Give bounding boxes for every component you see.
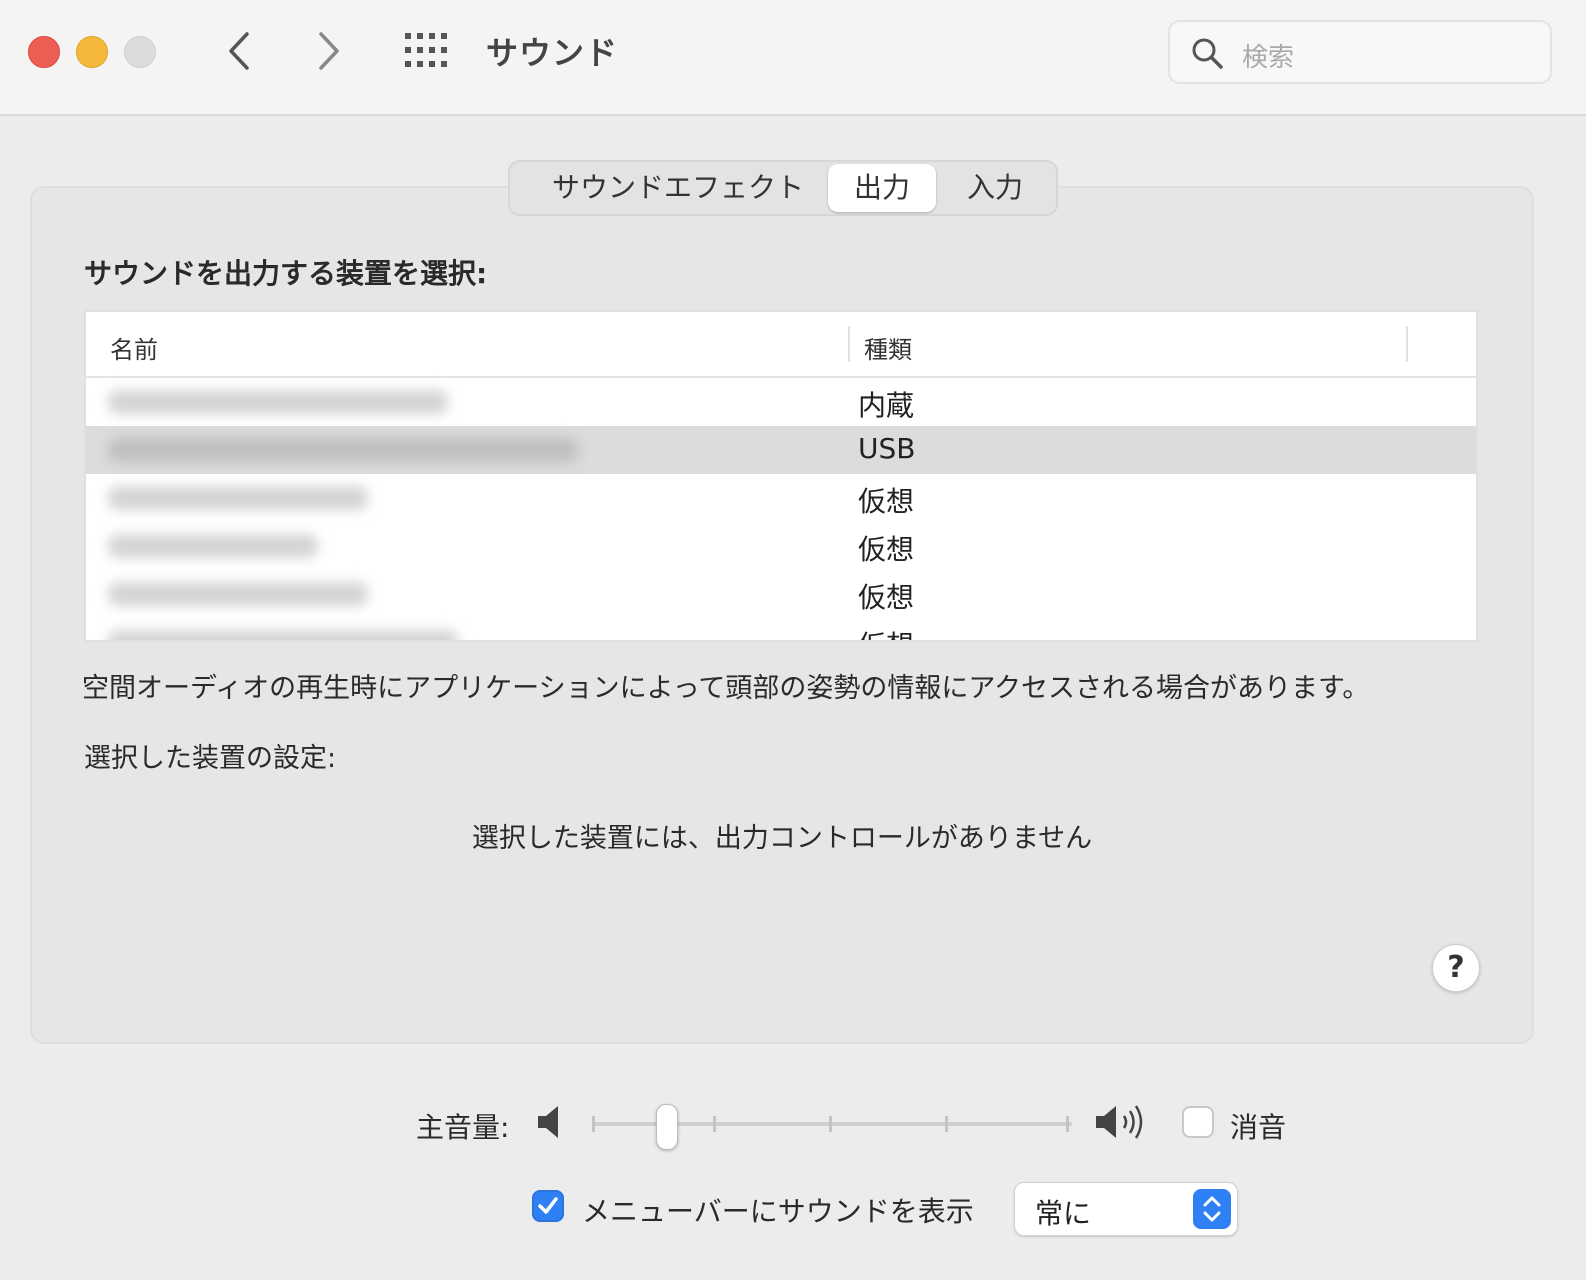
- device-kind: 仮想: [858, 624, 914, 640]
- back-button[interactable]: [220, 28, 260, 74]
- device-settings-heading: 選択した装置の設定:: [84, 743, 337, 774]
- output-volume-slider[interactable]: [592, 1104, 1072, 1150]
- show-all-button[interactable]: [404, 32, 450, 68]
- no-output-controls-message: 選択した装置には、出力コントロールがありません: [471, 823, 1093, 854]
- table-row[interactable]: 仮想: [86, 522, 1476, 570]
- redacted-device-name: [108, 630, 458, 640]
- output-volume-label: 主音量:: [416, 1111, 510, 1144]
- minimize-button[interactable]: [76, 36, 108, 68]
- search-placeholder: 検索: [1242, 43, 1295, 73]
- redacted-device-name: [108, 534, 318, 558]
- chevron-right-icon: [319, 32, 339, 70]
- device-kind: 仮想: [858, 533, 915, 566]
- slider-tick: [592, 1116, 595, 1132]
- column-header-name[interactable]: 名前: [110, 330, 158, 365]
- slider-tick: [1066, 1116, 1069, 1132]
- table-row[interactable]: 内蔵: [86, 378, 1476, 426]
- tab-input[interactable]: 入力: [940, 162, 1050, 214]
- table-header: 名前 種類: [86, 312, 1476, 378]
- slider-tick: [945, 1116, 948, 1132]
- checkmark-icon: [538, 1197, 558, 1214]
- table-row[interactable]: 仮想: [86, 618, 1476, 640]
- search-icon: [1192, 38, 1223, 69]
- redacted-device-name: [108, 486, 368, 510]
- speaker-low-icon: [538, 1106, 558, 1138]
- speaker-high-icon: [1096, 1105, 1143, 1139]
- chevron-left-icon: [229, 32, 249, 70]
- redacted-device-name: [108, 582, 368, 606]
- column-divider: [1406, 326, 1408, 362]
- table-row-selected[interactable]: USB: [86, 426, 1476, 474]
- select-value: 常に: [1035, 1197, 1092, 1230]
- column-divider: [848, 326, 850, 362]
- mute-label: 消音: [1230, 1111, 1287, 1144]
- redacted-device-name: [108, 438, 578, 462]
- slider-tick: [829, 1116, 832, 1132]
- slider-knob[interactable]: [656, 1104, 678, 1150]
- table-row[interactable]: 仮想: [86, 474, 1476, 522]
- device-kind: USB: [858, 432, 916, 465]
- tab-bar: サウンドエフェクト 出力 入力: [508, 160, 1058, 216]
- device-kind: 仮想: [858, 581, 915, 614]
- slider-tick: [713, 1116, 716, 1132]
- column-header-kind[interactable]: 種類: [864, 330, 912, 365]
- redacted-device-name: [108, 390, 448, 414]
- show-in-menubar-label: メニューバーにサウンドを表示: [582, 1195, 974, 1228]
- mute-checkbox[interactable]: [1182, 1106, 1214, 1138]
- help-button[interactable]: ?: [1432, 944, 1480, 992]
- spatial-audio-notice: 空間オーディオの再生時にアプリケーションによって頭部の姿勢の情報にアクセスされる…: [82, 673, 1370, 704]
- device-list-heading: サウンドを出力する装置を選択:: [84, 257, 488, 290]
- tab-output[interactable]: 出力: [828, 164, 936, 212]
- device-kind: 内蔵: [858, 389, 915, 422]
- zoom-button[interactable]: [124, 36, 156, 68]
- title-bar: サウンド 検索: [0, 0, 1586, 116]
- tab-sound-effects[interactable]: サウンドエフェクト: [528, 162, 828, 214]
- window-title: サウンド: [486, 34, 619, 72]
- close-button[interactable]: [28, 36, 60, 68]
- forward-button[interactable]: [308, 28, 348, 74]
- updown-chevron-icon: [1193, 1189, 1231, 1229]
- menubar-display-select[interactable]: 常に: [1014, 1182, 1238, 1236]
- show-in-menubar-checkbox[interactable]: [532, 1190, 564, 1222]
- search-field[interactable]: 検索: [1168, 20, 1552, 84]
- device-table[interactable]: 名前 種類 内蔵 USB 仮想 仮想 仮想 仮想: [84, 310, 1478, 642]
- device-kind: 仮想: [858, 485, 915, 518]
- grid-icon: [405, 33, 447, 67]
- table-row[interactable]: 仮想: [86, 570, 1476, 618]
